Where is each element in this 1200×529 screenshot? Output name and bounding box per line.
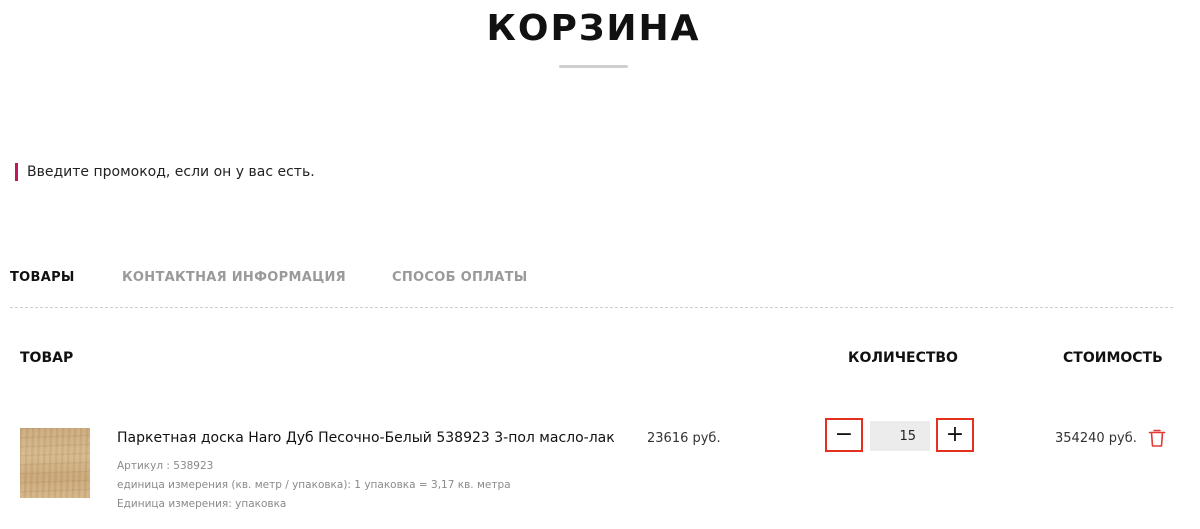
decrement-quantity-button[interactable]: − — [825, 418, 863, 452]
promo-code-link[interactable]: Введите промокод, если он у вас есть. — [15, 163, 315, 181]
tab-products[interactable]: ТОВАРЫ — [10, 270, 75, 285]
product-unit: Единица измерения: упаковка — [117, 498, 287, 510]
product-unit-info: единица измерения (кв. метр / упаковка):… — [117, 479, 511, 491]
trash-icon[interactable] — [1148, 428, 1166, 448]
minus-icon: − — [834, 422, 854, 447]
column-header-cost: СТОИМОСТЬ — [1063, 350, 1163, 366]
tabs-divider — [10, 307, 1173, 308]
product-name-link[interactable]: Паркетная доска Haro Дуб Песочно-Белый 5… — [117, 430, 615, 446]
tab-payment-method[interactable]: СПОСОБ ОПЛАТЫ — [392, 270, 528, 285]
page-title: КОРЗИНА — [486, 8, 701, 49]
product-sku: Артикул : 538923 — [117, 460, 214, 472]
plus-icon: + — [945, 422, 965, 447]
tab-contact-info[interactable]: КОНТАКТНАЯ ИНФОРМАЦИЯ — [122, 270, 346, 285]
line-total: 354240 руб. — [1055, 431, 1137, 446]
title-underline — [559, 65, 628, 68]
product-thumbnail[interactable] — [20, 428, 90, 498]
unit-price: 23616 руб. — [647, 431, 721, 446]
increment-quantity-button[interactable]: + — [936, 418, 974, 452]
column-header-quantity: КОЛИЧЕСТВО — [848, 350, 958, 366]
quantity-input[interactable] — [870, 421, 930, 451]
column-header-product: ТОВАР — [20, 350, 74, 366]
